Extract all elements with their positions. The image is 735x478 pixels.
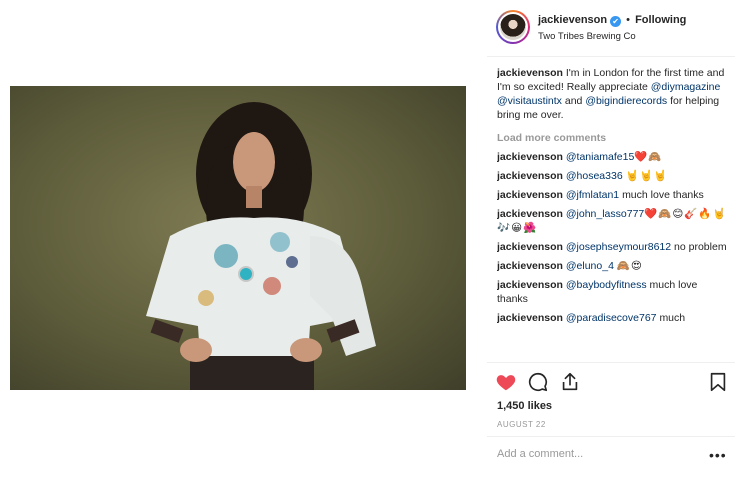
- verified-icon: ✔: [610, 16, 622, 27]
- header-username[interactable]: jackievenson: [538, 14, 607, 26]
- comment-emoji: 🤘🤘🤘: [625, 170, 668, 182]
- comment-mention[interactable]: @eluno_4: [566, 260, 614, 272]
- comment-username[interactable]: jackievenson: [497, 170, 563, 182]
- comment-username[interactable]: jackievenson: [497, 312, 563, 324]
- add-comment-input[interactable]: [497, 448, 697, 460]
- avatar[interactable]: [496, 10, 530, 44]
- comment-username[interactable]: jackievenson: [497, 279, 563, 291]
- caption-username[interactable]: jackievenson: [497, 67, 563, 79]
- load-more-comments-button[interactable]: Load more comments: [497, 131, 729, 145]
- comment-username[interactable]: jackievenson: [497, 241, 563, 253]
- comment-mention[interactable]: @hosea336: [566, 170, 623, 182]
- location-link[interactable]: Two Tribes Brewing Co: [538, 31, 636, 42]
- caption-mention[interactable]: @diymagazine: [651, 81, 721, 93]
- comment-mention[interactable]: @taniamafe15: [566, 151, 634, 163]
- bookmark-icon[interactable]: [707, 371, 729, 393]
- post-date[interactable]: AUGUST 22: [497, 420, 546, 429]
- comment-item: jackievenson @john_lasso777❤️🙈😊🎸🔥🤘🎶😀🌺: [497, 207, 729, 235]
- comment-item: jackievenson @eluno_4 🙈😍: [497, 259, 729, 273]
- share-icon[interactable]: [559, 371, 581, 393]
- comment-mention[interactable]: @john_lasso777: [566, 208, 644, 220]
- photo-illustration: [146, 102, 376, 390]
- comment-mention[interactable]: @baybodyfitness: [566, 279, 647, 291]
- comment-username[interactable]: jackievenson: [497, 189, 563, 201]
- caption-mention[interactable]: @visitaustintx: [497, 95, 562, 107]
- header-user-line: jackievenson ✔ • Following: [538, 14, 686, 27]
- comment-mention[interactable]: @paradisecove767: [566, 312, 657, 324]
- post-side-panel: jackievenson ✔ • Following Two Tribes Bre…: [487, 0, 735, 477]
- comment-icon[interactable]: [527, 371, 549, 393]
- comment-item: jackievenson @taniamafe15❤️🙈: [497, 150, 729, 164]
- more-options-icon[interactable]: •••: [709, 447, 727, 463]
- following-button[interactable]: Following: [635, 14, 686, 26]
- comment-emoji: ❤️🙈: [634, 151, 663, 163]
- add-comment-row: •••: [487, 436, 735, 478]
- comment-mention[interactable]: @josephseymour8612: [566, 241, 671, 253]
- comment-item: jackievenson @jfmlatan1 much love thanks: [497, 188, 729, 202]
- caption: jackievenson I'm in London for the first…: [497, 66, 729, 122]
- comment-mention[interactable]: @jfmlatan1: [566, 189, 619, 201]
- post-media-area: [0, 0, 487, 477]
- comment-text: no problem: [674, 241, 727, 253]
- header-separator: •: [626, 14, 631, 26]
- caption-mention[interactable]: @bigindierecords: [585, 95, 667, 107]
- comment-username[interactable]: jackievenson: [497, 151, 563, 163]
- comment-text: much: [659, 312, 686, 324]
- comment-item: jackievenson @paradisecove767 much: [497, 311, 729, 325]
- post-photo[interactable]: [10, 86, 466, 390]
- likes-count[interactable]: 1,450 likes: [497, 400, 552, 412]
- caption-text-2: and: [564, 95, 583, 107]
- action-bar: [487, 362, 735, 403]
- comment-item: jackievenson @hosea336 🤘🤘🤘: [497, 169, 729, 183]
- heart-icon[interactable]: [495, 371, 517, 393]
- comment-item: jackievenson @baybodyfitness much love t…: [497, 278, 729, 306]
- comment-item: jackievenson @josephseymour8612 no probl…: [497, 240, 729, 254]
- comment-emoji: 🙈😍: [616, 260, 643, 272]
- comment-username[interactable]: jackievenson: [497, 208, 563, 220]
- comment-text: much love thanks: [622, 189, 704, 201]
- comment-username[interactable]: jackievenson: [497, 260, 563, 272]
- post-header: jackievenson ✔ • Following Two Tribes Bre…: [487, 0, 735, 57]
- comments-list[interactable]: jackievenson I'm in London for the first…: [497, 66, 729, 362]
